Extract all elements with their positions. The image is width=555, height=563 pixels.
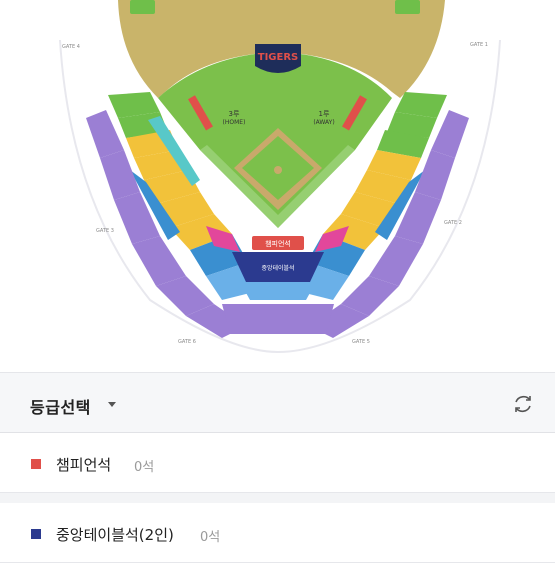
- svg-text:TIGERS: TIGERS: [258, 52, 298, 63]
- grade-color-swatch: [31, 459, 41, 469]
- svg-text:(AWAY): (AWAY): [313, 119, 334, 126]
- caret-down-icon[interactable]: [108, 402, 116, 407]
- grade-panel: 등급선택 챔피언석 0석 중앙테이블석(2인) 0석: [0, 372, 555, 563]
- svg-text:1루: 1루: [319, 110, 330, 118]
- refresh-icon[interactable]: [511, 392, 535, 416]
- svg-text:(HOME): (HOME): [223, 119, 246, 126]
- grade-select-title[interactable]: 등급선택: [30, 394, 91, 418]
- svg-text:중앙테이블석: 중앙테이블석: [261, 264, 294, 272]
- svg-text:GATE 2: GATE 2: [444, 220, 462, 226]
- grade-name: 중앙테이블석(2인): [56, 526, 174, 544]
- seat-grade-row-central-table[interactable]: 중앙테이블석(2인) 0석: [0, 503, 555, 563]
- svg-text:GATE 6: GATE 6: [178, 339, 196, 345]
- svg-text:챔피언석: 챔피언석: [265, 239, 291, 248]
- team-logo: TIGERS: [255, 44, 301, 73]
- seat-grade-row-champion[interactable]: 챔피언석 0석: [0, 433, 555, 493]
- grade-select-header[interactable]: 등급선택: [0, 372, 555, 433]
- grade-color-swatch: [31, 529, 41, 539]
- grade-name: 챔피언석: [56, 456, 112, 474]
- grade-count: 0석: [134, 460, 155, 475]
- svg-text:GATE 3: GATE 3: [96, 228, 114, 234]
- stadium-seat-map[interactable]: TIGERS 3루 (HOME) 1루 (AWAY) 챔피언석 중앙테이블석 G…: [0, 0, 555, 372]
- svg-text:3루: 3루: [229, 110, 240, 118]
- grade-count: 0석: [200, 530, 221, 545]
- svg-text:GATE 1: GATE 1: [470, 42, 488, 48]
- stadium-map-svg[interactable]: TIGERS 3루 (HOME) 1루 (AWAY) 챔피언석 중앙테이블석 G…: [0, 0, 555, 372]
- svg-text:GATE 5: GATE 5: [352, 339, 370, 345]
- svg-text:GATE 4: GATE 4: [62, 44, 80, 50]
